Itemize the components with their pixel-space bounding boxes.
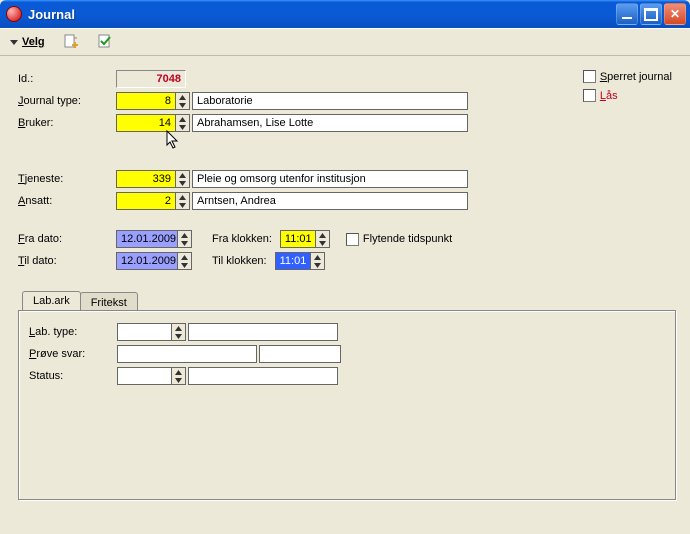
- document-plus-icon: [63, 34, 79, 50]
- journal-type-desc: Laboratorie: [192, 92, 468, 110]
- client-area: Sperret journal Lås Id.: 7048 Journal ty…: [0, 56, 690, 534]
- til-dato-input[interactable]: 12.01.2009: [116, 252, 178, 270]
- window-title: Journal: [28, 7, 616, 22]
- prove-svar-extra[interactable]: [259, 345, 341, 363]
- id-label: Id.:: [18, 73, 116, 85]
- new-document-button[interactable]: [63, 34, 79, 50]
- title-bar: Journal: [0, 0, 690, 28]
- status-spinner[interactable]: [172, 367, 186, 385]
- flytende-label: Flytende tidspunkt: [363, 233, 452, 245]
- til-dato-spinner[interactable]: [178, 252, 192, 270]
- sperret-journal-label: Sperret journal: [600, 71, 672, 83]
- checkbox-box: [583, 70, 596, 83]
- ansatt-input[interactable]: 2: [116, 192, 176, 210]
- til-klokken-label: Til klokken:: [212, 255, 267, 267]
- lab-type-desc: [188, 323, 338, 341]
- fra-klokken-spinner[interactable]: [316, 230, 330, 248]
- lab-type-spinner[interactable]: [172, 323, 186, 341]
- sperret-journal-checkbox[interactable]: Sperret journal: [583, 70, 672, 83]
- toolbar: Velg: [0, 28, 690, 56]
- status-input[interactable]: [117, 367, 172, 385]
- document-check-icon: [97, 34, 113, 50]
- prove-svar-input[interactable]: [117, 345, 257, 363]
- status-desc: [188, 367, 338, 385]
- ansatt-spinner[interactable]: [176, 192, 190, 210]
- tjeneste-input[interactable]: 339: [116, 170, 176, 188]
- status-label: Status:: [29, 370, 117, 382]
- bruker-input[interactable]: 14: [116, 114, 176, 132]
- bruker-desc: Abrahamsen, Lise Lotte: [192, 114, 468, 132]
- fra-dato-label: Fra dato:: [18, 233, 116, 245]
- fra-dato-spinner[interactable]: [178, 230, 192, 248]
- id-value: 7048: [116, 70, 186, 88]
- prove-svar-label: Prøve svar:: [29, 348, 117, 360]
- til-dato-label: Til dato:: [18, 255, 116, 267]
- til-klokken-input[interactable]: 11:01: [275, 252, 311, 270]
- close-button[interactable]: [664, 3, 686, 25]
- ansatt-label: Ansatt:: [18, 195, 116, 207]
- chevron-down-icon: [10, 40, 18, 45]
- lab-type-input[interactable]: [117, 323, 172, 341]
- journal-type-input[interactable]: 8: [116, 92, 176, 110]
- approve-button[interactable]: [97, 34, 113, 50]
- journal-type-label: Journal type:: [18, 95, 116, 107]
- tab-labark[interactable]: Lab.ark: [22, 291, 81, 311]
- tab-panel-labark: Lab. type: Prøve svar: Status:: [18, 310, 676, 500]
- checkbox-box: [346, 233, 359, 246]
- fra-dato-input[interactable]: 12.01.2009: [116, 230, 178, 248]
- velg-menu-label: Velg: [22, 36, 45, 48]
- ansatt-desc: Arntsen, Andrea: [192, 192, 468, 210]
- fra-klokken-input[interactable]: 11:01: [280, 230, 316, 248]
- bruker-label: Bruker:: [18, 117, 116, 129]
- bruker-spinner[interactable]: [176, 114, 190, 132]
- minimize-button[interactable]: [616, 3, 638, 25]
- velg-menu[interactable]: Velg: [10, 36, 45, 48]
- app-icon: [6, 6, 22, 22]
- tab-fritekst[interactable]: Fritekst: [80, 292, 138, 312]
- maximize-button[interactable]: [640, 3, 662, 25]
- til-klokken-spinner[interactable]: [311, 252, 325, 270]
- tjeneste-desc: Pleie og omsorg utenfor institusjon: [192, 170, 468, 188]
- tjeneste-label: Tjeneste:: [18, 173, 116, 185]
- journal-type-spinner[interactable]: [176, 92, 190, 110]
- fra-klokken-label: Fra klokken:: [212, 233, 272, 245]
- flytende-checkbox[interactable]: Flytende tidspunkt: [346, 233, 452, 246]
- tjeneste-spinner[interactable]: [176, 170, 190, 188]
- lab-type-label: Lab. type:: [29, 326, 117, 338]
